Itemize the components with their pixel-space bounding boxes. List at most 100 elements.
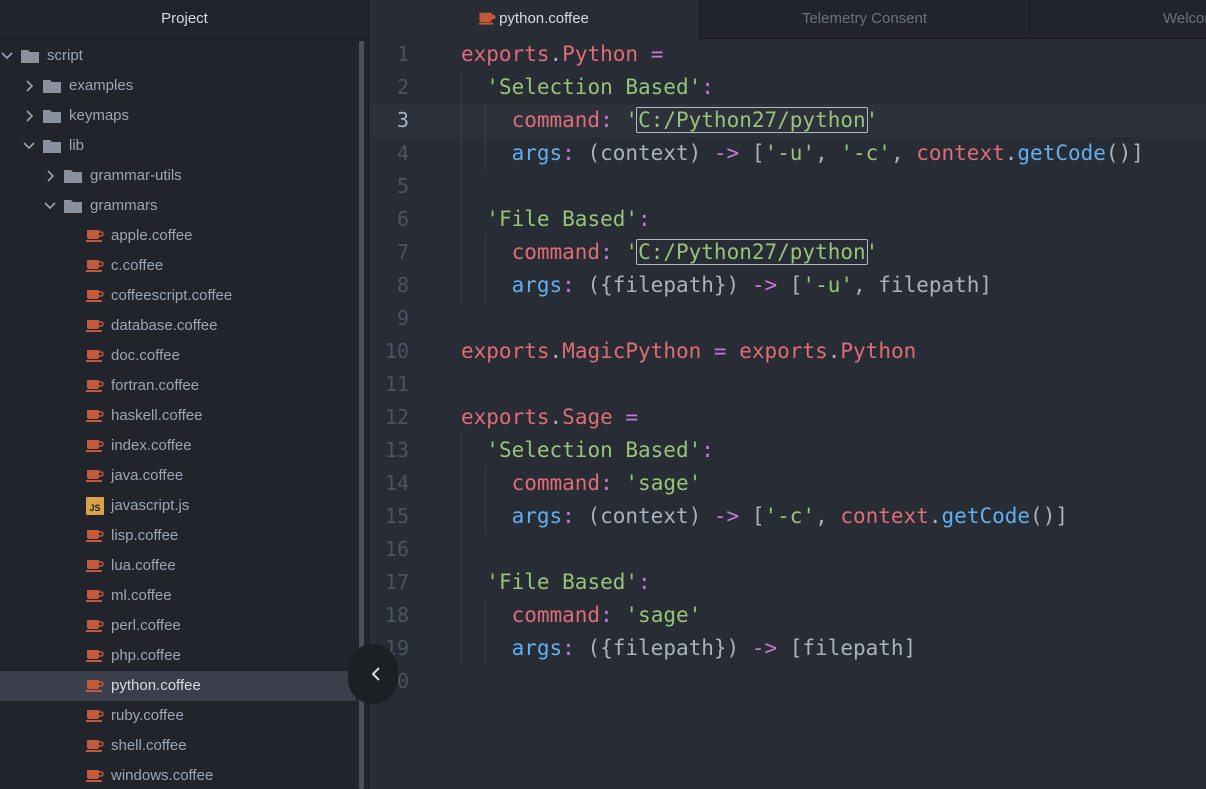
tree-file[interactable]: JS javascript.js: [0, 491, 356, 521]
code-line[interactable]: 'File Based':: [461, 566, 650, 599]
chevron-down-icon[interactable]: [0, 49, 14, 63]
tree-file[interactable]: haskell.coffee: [0, 401, 356, 431]
code-token: args: [511, 141, 563, 165]
code-line[interactable]: 'File Based':: [461, 203, 650, 236]
tree-folder[interactable]: lib: [0, 131, 356, 161]
code-line[interactable]: 'Selection Based':: [461, 434, 714, 467]
tree-file[interactable]: lisp.coffee: [0, 521, 356, 551]
tree-file[interactable]: fortran.coffee: [0, 371, 356, 401]
code-line[interactable]: 'Selection Based':: [461, 71, 714, 104]
tree-folder[interactable]: script: [0, 41, 356, 71]
tree-item-label: java.coffee: [111, 467, 184, 484]
tree-file[interactable]: windows.coffee: [0, 761, 356, 789]
code-line[interactable]: args: (context) -> ['-c', context.getCod…: [461, 500, 1068, 533]
code-token: ({filepath}): [574, 273, 752, 297]
code-line[interactable]: command: 'sage': [461, 467, 702, 500]
code-token: 'File Based': [486, 207, 639, 231]
coffee-icon: [86, 440, 104, 452]
chevron-right-icon[interactable]: [22, 109, 36, 123]
code-token: context: [840, 504, 929, 528]
code-token: '-u': [764, 141, 816, 165]
line-number: 11: [384, 372, 409, 396]
code-token: (context): [574, 504, 714, 528]
code-line[interactable]: command: 'C:/Python27/python': [461, 236, 878, 269]
code-token: exports: [461, 405, 550, 429]
code-token: getCode: [1017, 141, 1106, 165]
tree-item-label: ml.coffee: [111, 587, 172, 604]
code-token: =: [625, 405, 639, 429]
coffee-icon: [86, 470, 104, 482]
code-token: [: [739, 504, 765, 528]
tree-file[interactable]: perl.coffee: [0, 611, 356, 641]
tree-item-label: database.coffee: [111, 317, 218, 334]
chevron-right-icon[interactable]: [22, 79, 36, 93]
tree-item-label: perl.coffee: [111, 617, 181, 634]
tree-folder[interactable]: grammars: [0, 191, 356, 221]
code-line[interactable]: args: (context) -> ['-u', '-c', context.…: [461, 137, 1144, 170]
code-token: Sage: [562, 405, 613, 429]
tree-file[interactable]: lua.coffee: [0, 551, 356, 581]
tab-welcome[interactable]: Welcome: [1030, 0, 1206, 38]
code-line[interactable]: exports.Python =: [461, 38, 663, 71]
tree-file[interactable]: python.coffee: [0, 671, 356, 701]
tree-item-label: lua.coffee: [111, 557, 176, 574]
find-match-highlight: C:/Python27/python: [636, 107, 868, 133]
code-token: =: [713, 339, 727, 363]
coffee-icon: [86, 260, 104, 272]
collapse-tree-button[interactable]: [348, 644, 398, 704]
code-editor[interactable]: 1 exports.Python = 2 'Selection Based': 3 c…: [369, 38, 1206, 789]
tree-file[interactable]: c.coffee: [0, 251, 356, 281]
code-token: .: [549, 405, 563, 429]
code-line[interactable]: command: 'sage': [461, 599, 702, 632]
tree-item-label: ruby.coffee: [111, 707, 184, 724]
line-number: 14: [384, 471, 409, 495]
tree-file[interactable]: apple.coffee: [0, 221, 356, 251]
code-line[interactable]: exports.Sage =: [461, 401, 638, 434]
tree-file[interactable]: shell.coffee: [0, 731, 356, 761]
code-line[interactable]: args: ({filepath}) -> ['-u', filepath]: [461, 269, 993, 302]
tree-folder[interactable]: grammar-utils: [0, 161, 356, 191]
code-line[interactable]: command: 'C:/Python27/python': [461, 104, 878, 137]
code-token: 'Selection Based': [486, 75, 702, 99]
tree-file[interactable]: database.coffee: [0, 311, 356, 341]
chevron-right-icon[interactable]: [43, 169, 57, 183]
line-number: 6: [396, 207, 409, 231]
tree-file[interactable]: doc.coffee: [0, 341, 356, 371]
line-number: 15: [384, 504, 409, 528]
tree-folder[interactable]: examples: [0, 71, 356, 101]
tab-telemetry-consent[interactable]: Telemetry Consent: [700, 0, 1030, 38]
tree-file[interactable]: index.coffee: [0, 431, 356, 461]
tree-file[interactable]: ml.coffee: [0, 581, 356, 611]
line-number: 4: [396, 141, 409, 165]
tree-file[interactable]: coffeescript.coffee: [0, 281, 356, 311]
tab-python-coffee[interactable]: python.coffee: [369, 0, 700, 39]
tree-folder[interactable]: keymaps: [0, 101, 356, 131]
tree-item-label: haskell.coffee: [111, 407, 203, 424]
chevron-down-icon[interactable]: [22, 139, 36, 153]
tree-file[interactable]: ruby.coffee: [0, 701, 356, 731]
coffee-icon: [86, 410, 104, 422]
code-token: :: [701, 438, 714, 462]
coffee-icon: [86, 530, 104, 542]
code-token: [: [777, 273, 803, 297]
chevron-down-icon[interactable]: [43, 199, 57, 213]
code-token: , filepath]: [853, 273, 993, 297]
tree-item-label: grammar-utils: [90, 167, 182, 184]
line-number: 9: [396, 306, 409, 330]
tree-file[interactable]: php.coffee: [0, 641, 356, 671]
tree-file[interactable]: java.coffee: [0, 461, 356, 491]
code-line[interactable]: exports.MagicPython = exports.Python: [461, 335, 916, 368]
tree-item-label: doc.coffee: [111, 347, 180, 364]
tree-item-label: windows.coffee: [111, 767, 214, 784]
code-line[interactable]: args: ({filepath}) -> [filepath]: [461, 632, 917, 665]
code-token: ->: [713, 504, 740, 528]
coffee-icon: [479, 12, 496, 25]
tree-item-label: c.coffee: [111, 257, 164, 274]
tree-item-label: fortran.coffee: [111, 377, 200, 394]
